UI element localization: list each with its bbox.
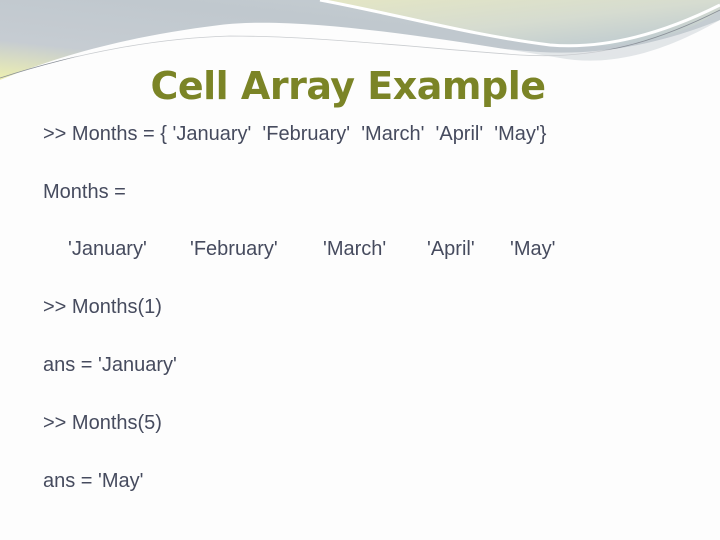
cell-value: 'May' [510,238,556,260]
cell-value: 'April' [427,238,475,260]
code-line-assignment: >> Months = { 'January' 'February' 'Marc… [43,123,547,145]
code-line-command-2: >> Months(5) [43,412,162,434]
code-line-command-1: >> Months(1) [43,296,162,318]
cell-value: 'January' [68,238,147,260]
slide-title: Cell Array Example [150,64,546,108]
cell-value: 'February' [190,238,278,260]
code-line-output-label: Months = [43,181,126,203]
cell-value: 'March' [323,238,387,260]
code-line-result-1: ans = 'January' [43,354,177,376]
slide: Cell Array Example >> Months = { 'Januar… [0,0,720,540]
code-line-result-2: ans = 'May' [43,470,144,492]
